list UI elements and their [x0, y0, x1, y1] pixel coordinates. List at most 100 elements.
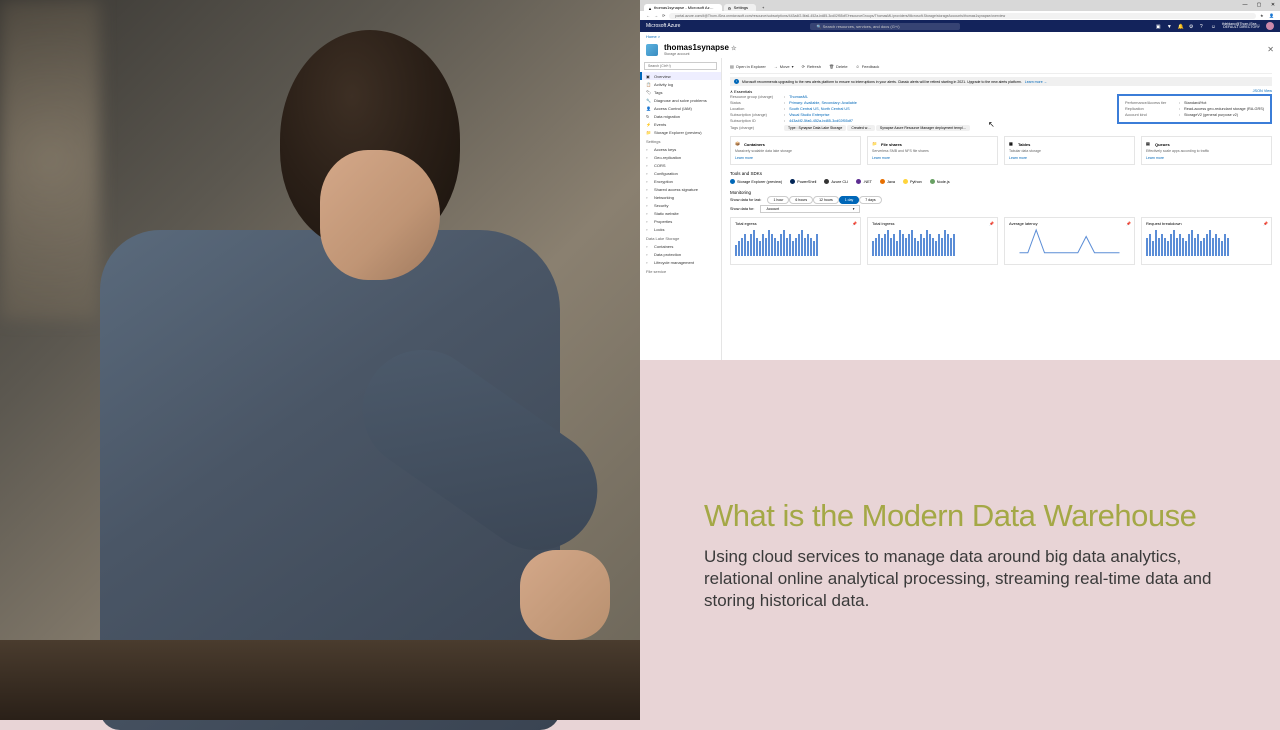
learn-more-link[interactable]: Learn more [872, 156, 993, 160]
delete-button[interactable]: 🗑 Delete [829, 64, 848, 69]
sdk--net[interactable]: .NET [856, 179, 872, 184]
tag-chip[interactable]: Type : Synapse Data Lake Storage [784, 125, 846, 131]
pin-icon[interactable]: 📌 [852, 221, 857, 226]
time-pill-1hour[interactable]: 1 hour [767, 196, 789, 204]
maximize-button[interactable]: ▢ [1252, 0, 1266, 9]
sidebar-item-lifecycle-management[interactable]: ▫Lifecycle management [640, 258, 721, 266]
user-menu[interactable]: thleblanc@Thom-iSea…DEFAULT DIRECTORY [1222, 23, 1260, 30]
sidebar-item-overview[interactable]: ▣Overview [640, 72, 721, 80]
sidebar-item-static-website[interactable]: ▫Static website [640, 209, 721, 217]
sidebar-item-tags[interactable]: 🏷Tags [640, 88, 721, 96]
service-card-containers[interactable]: 📦ContainersMassively scalable data lake … [730, 136, 861, 165]
sdk-java[interactable]: Java [880, 179, 895, 184]
chart-bar [807, 234, 809, 256]
sidebar-heading-fileservice: File service [640, 266, 721, 275]
filter-icon[interactable]: ▼ [1167, 24, 1172, 29]
sidebar-item-security[interactable]: ▫Security [640, 201, 721, 209]
chart-total-egress[interactable]: Total egress📌 [730, 217, 861, 265]
reload-button[interactable]: ⟳ [662, 13, 665, 18]
sidebar-item-locks[interactable]: ▫Locks [640, 225, 721, 233]
show-data-for-select[interactable]: Account ▾ [760, 205, 860, 213]
new-tab-button[interactable]: + [758, 4, 772, 11]
breadcrumb[interactable]: Home > [640, 32, 1280, 41]
sdk-powershell[interactable]: PowerShell [790, 179, 816, 184]
sidebar-item-properties[interactable]: ▫Properties [640, 217, 721, 225]
sidebar-search[interactable]: Search (Ctrl+/) [644, 62, 717, 70]
alert-link[interactable]: Learn more → [1025, 80, 1047, 84]
chart-average-latency[interactable]: Average latency📌 [1004, 217, 1135, 265]
sidebar-item-diagnose-and-solve-problems[interactable]: 🔧Diagnose and solve problems [640, 96, 721, 104]
notifications-icon[interactable]: 🔔 [1178, 24, 1183, 29]
pin-icon[interactable]: 📌 [989, 221, 994, 226]
service-card-queues[interactable]: ▤QueuesEffectively scale apps according … [1141, 136, 1272, 165]
sidebar-item-data-protection[interactable]: ▫Data protection [640, 250, 721, 258]
time-pill-12hours[interactable]: 12 hours [813, 196, 839, 204]
portal-search[interactable]: 🔍 Search resources, services, and docs (… [810, 23, 960, 30]
chart-bar [914, 238, 916, 257]
move-button[interactable]: → Move ▾ [774, 64, 794, 69]
chart-bar [932, 238, 934, 257]
tag-chip[interactable]: Created w… [847, 125, 874, 131]
chart-bar [759, 241, 761, 256]
sidebar-item-access-control-iam-[interactable]: 👤Access Control (IAM) [640, 104, 721, 112]
close-icon[interactable]: ✕ [1267, 45, 1274, 54]
sidebar-item-shared-access-signature[interactable]: ▫Shared access signature [640, 185, 721, 193]
extension-icon[interactable]: ★ [1260, 13, 1265, 18]
time-pill-1day[interactable]: 1 day [839, 196, 860, 204]
help-icon[interactable]: ? [1200, 24, 1205, 29]
service-card-tables[interactable]: ▦TablesTabular data storageLearn more [1004, 136, 1135, 165]
service-card-file-shares[interactable]: 📁File sharesServerless SMB and NFS file … [867, 136, 998, 165]
profile-icon[interactable]: 👤 [1269, 13, 1274, 18]
azure-portal: ▲thomas1synapse - Microsoft Az… ⚙Setting… [640, 0, 1280, 360]
settings-icon[interactable]: ⚙ [1189, 24, 1194, 29]
browser-tab-2[interactable]: ⚙Settings [724, 4, 756, 11]
sidebar-item-containers[interactable]: ▫Containers [640, 242, 721, 250]
sidebar-item-activity-log[interactable]: 📋Activity log [640, 80, 721, 88]
learn-more-link[interactable]: Learn more [1009, 156, 1130, 160]
chart-bar [753, 230, 755, 256]
sidebar-item-storage-explorer-preview-[interactable]: 📁Storage Explorer (preview) [640, 128, 721, 136]
sidebar-icon: ▫ [646, 203, 651, 208]
close-button[interactable]: ✕ [1266, 0, 1280, 9]
sidebar-item-configuration[interactable]: ▫Configuration [640, 169, 721, 177]
chart-bar [941, 238, 943, 257]
cloudshell-icon[interactable]: ▣ [1156, 24, 1161, 29]
address-bar[interactable]: portal.azure.com/#@Thom-iSea.onmicrosoft… [669, 13, 1256, 19]
open-explorer-button[interactable]: ▤ Open in Explorer [730, 64, 766, 69]
sdk-storage-explorer-preview-[interactable]: Storage Explorer (preview) [730, 179, 782, 184]
pin-icon[interactable]: 📌 [1126, 221, 1131, 226]
sidebar-icon: 📋 [646, 82, 651, 87]
time-pill-7days[interactable]: 7 days [859, 196, 881, 204]
refresh-button[interactable]: ⟳ Refresh [802, 64, 821, 69]
browser-tab-1[interactable]: ▲thomas1synapse - Microsoft Az… [644, 4, 722, 11]
sidebar-item-encryption[interactable]: ▫Encryption [640, 177, 721, 185]
tags-label[interactable]: Tags (change) [730, 126, 780, 130]
minimize-button[interactable]: — [1238, 0, 1252, 9]
avatar[interactable] [1266, 22, 1274, 30]
sidebar-item-cors[interactable]: ▫CORS [640, 161, 721, 169]
chart-total-ingress[interactable]: Total ingress📌 [867, 217, 998, 265]
sidebar-item-geo-replication[interactable]: ▫Geo-replication [640, 153, 721, 161]
time-pill-6hours[interactable]: 6 hours [789, 196, 813, 204]
chart-bar [801, 230, 803, 256]
sidebar-item-networking[interactable]: ▫Networking [640, 193, 721, 201]
sidebar-item-events[interactable]: ⚡Events [640, 120, 721, 128]
forward-button[interactable]: → [654, 13, 658, 18]
sidebar-item-data-migration[interactable]: ↻Data migration [640, 112, 721, 120]
sdk-azure-cli[interactable]: Azure CLI [824, 179, 848, 184]
sdk-icon [903, 179, 908, 184]
learn-more-link[interactable]: Learn more [735, 156, 856, 160]
feedback-button[interactable]: ☺ Feedback [856, 64, 880, 69]
chart-request-breakdown[interactable]: Request breakdown📌 [1141, 217, 1272, 265]
move-icon: → [774, 64, 778, 69]
feedback-icon[interactable]: ☺ [1211, 24, 1216, 29]
sidebar-item-access-keys[interactable]: ▫Access keys [640, 145, 721, 153]
sdk-node-js[interactable]: Node.js [930, 179, 950, 184]
sdk-icon [880, 179, 885, 184]
tag-chip[interactable]: Synapse Azure Resource Manager deploymen… [876, 125, 970, 131]
learn-more-link[interactable]: Learn more [1146, 156, 1267, 160]
sdk-python[interactable]: Python [903, 179, 922, 184]
pin-icon[interactable]: 📌 [1263, 221, 1268, 226]
chart-bar [810, 238, 812, 257]
back-button[interactable]: ← [646, 13, 650, 18]
